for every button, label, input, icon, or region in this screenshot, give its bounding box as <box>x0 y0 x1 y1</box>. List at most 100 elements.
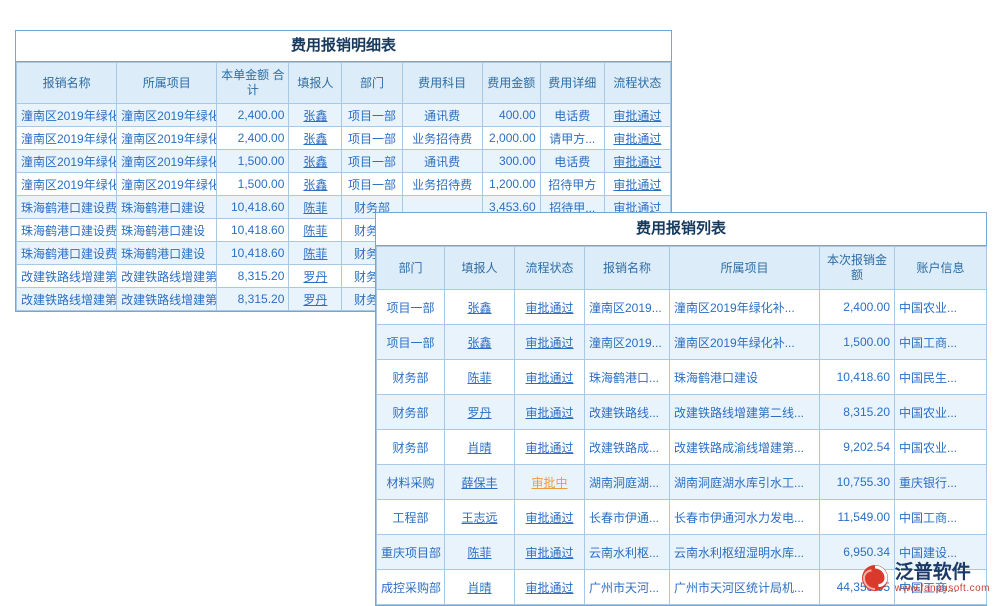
cell-link[interactable]: 肖晴 <box>445 570 515 605</box>
cell-link[interactable]: 审批通过 <box>515 570 585 605</box>
cell-link[interactable]: 张鑫 <box>289 173 342 196</box>
table-cell: 10,418.60 <box>217 219 289 242</box>
column-header: 部门 <box>342 63 402 104</box>
table-cell: 10,755.30 <box>820 465 895 500</box>
cell-link[interactable]: 薛保丰 <box>445 465 515 500</box>
column-header: 流程状态 <box>604 63 670 104</box>
table-cell: 改建铁路成... <box>585 430 670 465</box>
column-header: 所属项目 <box>670 247 820 290</box>
table-cell: 珠海鹤港口建设费用 <box>17 219 117 242</box>
table-cell: 请甲方... <box>540 127 604 150</box>
table-cell: 改建铁路线增建第二 <box>117 288 217 311</box>
cell-link[interactable]: 张鑫 <box>289 150 342 173</box>
table-cell: 财务部 <box>377 360 445 395</box>
cell-link[interactable]: 审批通过 <box>604 150 670 173</box>
cell-link[interactable]: 审批通过 <box>515 360 585 395</box>
table-cell: 潼南区2019年绿化补... <box>670 325 820 360</box>
table-cell: 项目一部 <box>342 150 402 173</box>
table-cell: 财务部 <box>377 430 445 465</box>
table-cell: 广州市天河区统计局机... <box>670 570 820 605</box>
table-cell: 材料采购 <box>377 465 445 500</box>
table-cell: 珠海鹤港口建设 <box>117 196 217 219</box>
cell-link[interactable]: 张鑫 <box>289 127 342 150</box>
table-cell: 珠海鹤港口建设 <box>117 219 217 242</box>
detail-header-row: 报销名称所属项目本单金额 合计填报人部门费用科目费用金额费用详细流程状态 <box>17 63 671 104</box>
cell-link[interactable]: 张鑫 <box>445 290 515 325</box>
cell-link[interactable]: 陈菲 <box>289 196 342 219</box>
table-cell: 潼南区2019... <box>585 290 670 325</box>
table-cell: 中国农业... <box>895 430 987 465</box>
table-cell: 电话费 <box>540 150 604 173</box>
table-cell: 项目一部 <box>342 104 402 127</box>
cell-link[interactable]: 陈菲 <box>289 219 342 242</box>
table-cell: 中国农业... <box>895 395 987 430</box>
table-cell: 电话费 <box>540 104 604 127</box>
table-cell: 2,400.00 <box>217 104 289 127</box>
table-cell: 项目一部 <box>342 173 402 196</box>
table-cell: 潼南区2019... <box>585 325 670 360</box>
table-cell: 10,418.60 <box>820 360 895 395</box>
column-header: 本单金额 合计 <box>217 63 289 104</box>
list-table-body: 项目一部张鑫审批通过潼南区2019...潼南区2019年绿化补...2,400.… <box>377 290 987 605</box>
table-cell: 重庆银行... <box>895 465 987 500</box>
cell-link[interactable]: 审批通过 <box>515 290 585 325</box>
table-row: 材料采购薛保丰审批中湖南洞庭湖...湖南洞庭湖水库引水工...10,755.30… <box>377 465 987 500</box>
table-cell: 工程部 <box>377 500 445 535</box>
list-header-row: 部门填报人流程状态报销名称所属项目本次报销金额账户信息 <box>377 247 987 290</box>
table-cell: 潼南区2019年绿化补 <box>117 104 217 127</box>
cell-link[interactable]: 张鑫 <box>289 104 342 127</box>
cell-link[interactable]: 审批通过 <box>515 500 585 535</box>
table-cell: 改建铁路成渝线增建第... <box>670 430 820 465</box>
cell-link[interactable]: 陈菲 <box>289 242 342 265</box>
cell-link[interactable]: 审批通过 <box>604 127 670 150</box>
cell-link[interactable]: 罗丹 <box>289 265 342 288</box>
expense-list-window: 费用报销列表 部门填报人流程状态报销名称所属项目本次报销金额账户信息 项目一部张… <box>375 212 987 606</box>
table-row: 项目一部张鑫审批通过潼南区2019...潼南区2019年绿化补...2,400.… <box>377 290 987 325</box>
table-row: 潼南区2019年绿化补潼南区2019年绿化补2,400.00张鑫项目一部通讯费4… <box>17 104 671 127</box>
cell-link[interactable]: 审批通过 <box>515 395 585 430</box>
cell-link[interactable]: 审批通过 <box>604 104 670 127</box>
table-cell: 潼南区2019年绿化补 <box>17 104 117 127</box>
column-header: 费用详细 <box>540 63 604 104</box>
table-row: 潼南区2019年绿化补潼南区2019年绿化补2,400.00张鑫项目一部业务招待… <box>17 127 671 150</box>
table-cell: 400.00 <box>482 104 540 127</box>
watermark-text: 泛普软件 www.fanpusoft.com <box>895 562 990 594</box>
cell-link[interactable]: 张鑫 <box>445 325 515 360</box>
table-row: 项目一部张鑫审批通过潼南区2019...潼南区2019年绿化补...1,500.… <box>377 325 987 360</box>
table-cell: 潼南区2019年绿化补 <box>17 173 117 196</box>
column-header: 本次报销金额 <box>820 247 895 290</box>
table-cell: 改建铁路线... <box>585 395 670 430</box>
column-header: 费用金额 <box>482 63 540 104</box>
table-row: 财务部肖晴审批通过改建铁路成...改建铁路成渝线增建第...9,202.54中国… <box>377 430 987 465</box>
table-row: 财务部陈菲审批通过珠海鹤港口...珠海鹤港口建设10,418.60中国民生... <box>377 360 987 395</box>
table-cell: 8,315.20 <box>820 395 895 430</box>
cell-link[interactable]: 审批通过 <box>515 325 585 360</box>
cell-link[interactable]: 肖晴 <box>445 430 515 465</box>
cell-link[interactable]: 审批中 <box>515 465 585 500</box>
cell-link[interactable]: 审批通过 <box>515 535 585 570</box>
table-cell: 中国农业... <box>895 290 987 325</box>
table-cell: 通讯费 <box>402 104 482 127</box>
table-cell: 潼南区2019年绿化补 <box>117 150 217 173</box>
table-cell: 改建铁路线增建第二 <box>17 265 117 288</box>
table-cell: 中国工商... <box>895 500 987 535</box>
table-cell: 项目一部 <box>377 325 445 360</box>
column-header: 部门 <box>377 247 445 290</box>
table-cell: 长春市伊通... <box>585 500 670 535</box>
table-cell: 改建铁路线增建第二 <box>117 265 217 288</box>
column-header: 报销名称 <box>585 247 670 290</box>
table-cell: 10,418.60 <box>217 242 289 265</box>
cell-link[interactable]: 罗丹 <box>445 395 515 430</box>
column-header: 填报人 <box>445 247 515 290</box>
column-header: 报销名称 <box>17 63 117 104</box>
cell-link[interactable]: 陈菲 <box>445 535 515 570</box>
table-cell: 潼南区2019年绿化补 <box>17 127 117 150</box>
cell-link[interactable]: 罗丹 <box>289 288 342 311</box>
table-cell: 业务招待费 <box>402 127 482 150</box>
cell-link[interactable]: 陈菲 <box>445 360 515 395</box>
table-cell: 9,202.54 <box>820 430 895 465</box>
cell-link[interactable]: 王志远 <box>445 500 515 535</box>
cell-link[interactable]: 审批通过 <box>515 430 585 465</box>
table-cell: 长春市伊通河水力发电... <box>670 500 820 535</box>
cell-link[interactable]: 审批通过 <box>604 173 670 196</box>
